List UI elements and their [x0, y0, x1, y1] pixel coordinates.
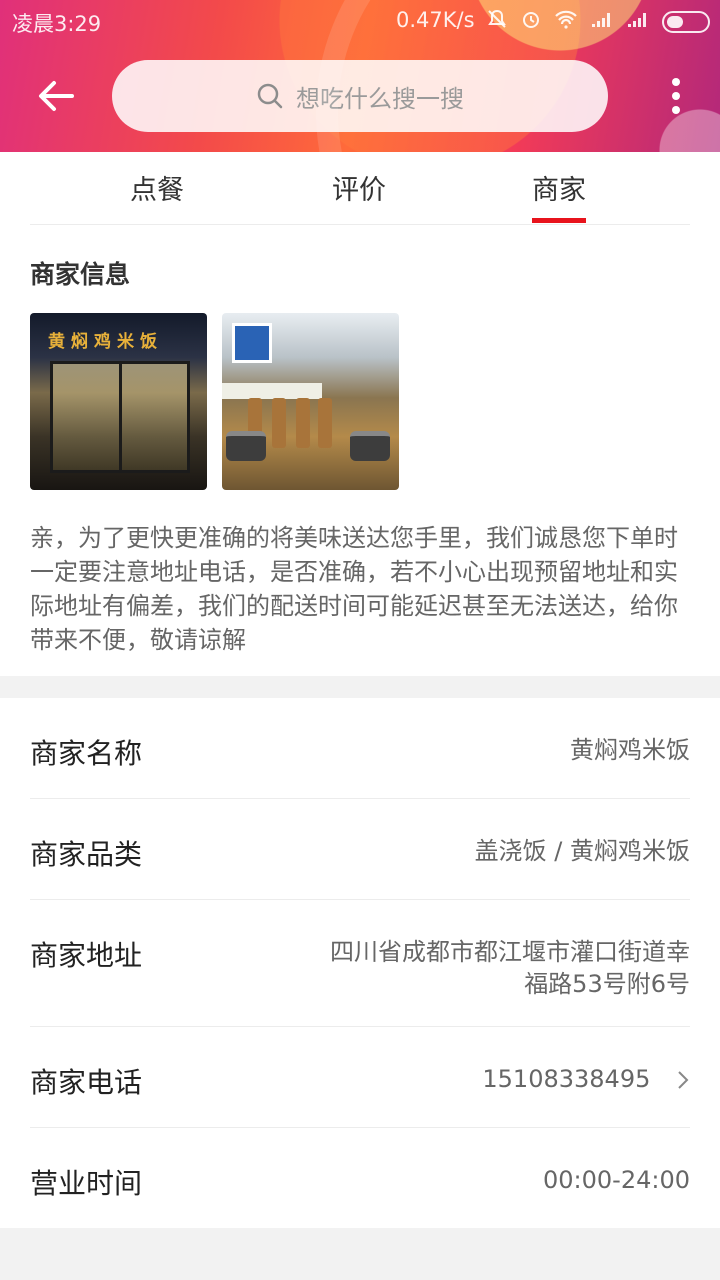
- store-sign-text: 黄焖鸡米饭: [48, 332, 163, 352]
- phone-number[interactable]: 15108338495: [482, 1065, 650, 1093]
- back-button[interactable]: [30, 70, 82, 122]
- detail-label: 营业时间: [30, 1167, 143, 1200]
- detail-value: 00:00-24:00: [543, 1166, 690, 1194]
- detail-row-hours: 营业时间 00:00-24:00: [30, 1128, 690, 1228]
- detail-label: 商家地址: [30, 939, 143, 972]
- wifi-icon: [554, 9, 578, 35]
- detail-row-category: 商家品类 盖浇饭 / 黄焖鸡米饭: [30, 799, 690, 900]
- detail-label: 商家品类: [30, 838, 143, 871]
- search-input[interactable]: 想吃什么搜一搜: [112, 60, 608, 132]
- detail-label: 商家名称: [30, 737, 143, 770]
- address-line-1: 四川省成都市都江堰市灌口街道幸: [330, 938, 690, 966]
- detail-value: 黄焖鸡米饭: [570, 736, 690, 764]
- detail-value: 盖浇饭 / 黄焖鸡米饭: [474, 837, 690, 865]
- mute-bell-icon: [486, 8, 508, 36]
- address-value: 四川省成都市都江堰市灌口街道幸 福路53号附6号: [330, 936, 690, 1000]
- delivery-notice: 亲，为了更快更准确的将美味送达您手里，我们诚恳您下单时一定要注意地址电话，是否准…: [30, 524, 678, 654]
- chevron-right-icon: [678, 1071, 689, 1089]
- merchant-details-list: 商家名称 黄焖鸡米饭 商家品类 盖浇饭 / 黄焖鸡米饭 商家地址 四川省成都市都…: [0, 698, 720, 1228]
- network-speed: 0.47K/s: [396, 8, 475, 32]
- status-icons: [486, 8, 710, 36]
- detail-row-phone[interactable]: 商家电话 15108338495: [30, 1027, 690, 1128]
- status-time: 凌晨3:29: [12, 12, 102, 36]
- search-placeholder: 想吃什么搜一搜: [296, 84, 464, 113]
- tab-order[interactable]: 点餐: [130, 168, 184, 207]
- battery-icon: [662, 11, 710, 33]
- more-dot-icon: [672, 78, 680, 86]
- more-menu-button[interactable]: [660, 72, 692, 120]
- signal-icon: [590, 9, 614, 35]
- detail-row-address: 商家地址 四川省成都市都江堰市灌口街道幸 福路53号附6号: [30, 900, 690, 1027]
- more-dot-icon: [672, 106, 680, 114]
- tab-bar: 点餐 评价 商家: [0, 152, 720, 225]
- tab-reviews[interactable]: 评价: [332, 168, 386, 207]
- address-line-2: 福路53号附6号: [524, 970, 690, 998]
- merchant-info-card: 商家信息 黄焖鸡米饭 亲，为了更快更准确的将美味送达您手里，我们诚恳您下单时一定…: [0, 225, 720, 676]
- search-icon: [257, 83, 283, 109]
- phone-value-group: 15108338495: [482, 1063, 690, 1095]
- section-title: 商家信息: [30, 260, 131, 289]
- signal-icon-2: [626, 9, 650, 35]
- header-banner: 凌晨3:29 0.47K/s 想吃什么搜一搜: [0, 0, 720, 152]
- interior-photo[interactable]: [222, 313, 399, 490]
- tab-merchant[interactable]: 商家: [532, 168, 586, 223]
- alarm-icon: [520, 8, 542, 36]
- detail-row-name: 商家名称 黄焖鸡米饭: [30, 698, 690, 799]
- more-dot-icon: [672, 92, 680, 100]
- status-bar: 凌晨3:29 0.47K/s: [0, 0, 720, 40]
- storefront-photo[interactable]: 黄焖鸡米饭: [30, 313, 207, 490]
- arrow-left-icon: [39, 81, 74, 111]
- detail-label: 商家电话: [30, 1066, 143, 1099]
- app-root: 凌晨3:29 0.47K/s 想吃什么搜一搜 点餐 评价 商家 商家信息 黄焖鸡…: [0, 0, 720, 1280]
